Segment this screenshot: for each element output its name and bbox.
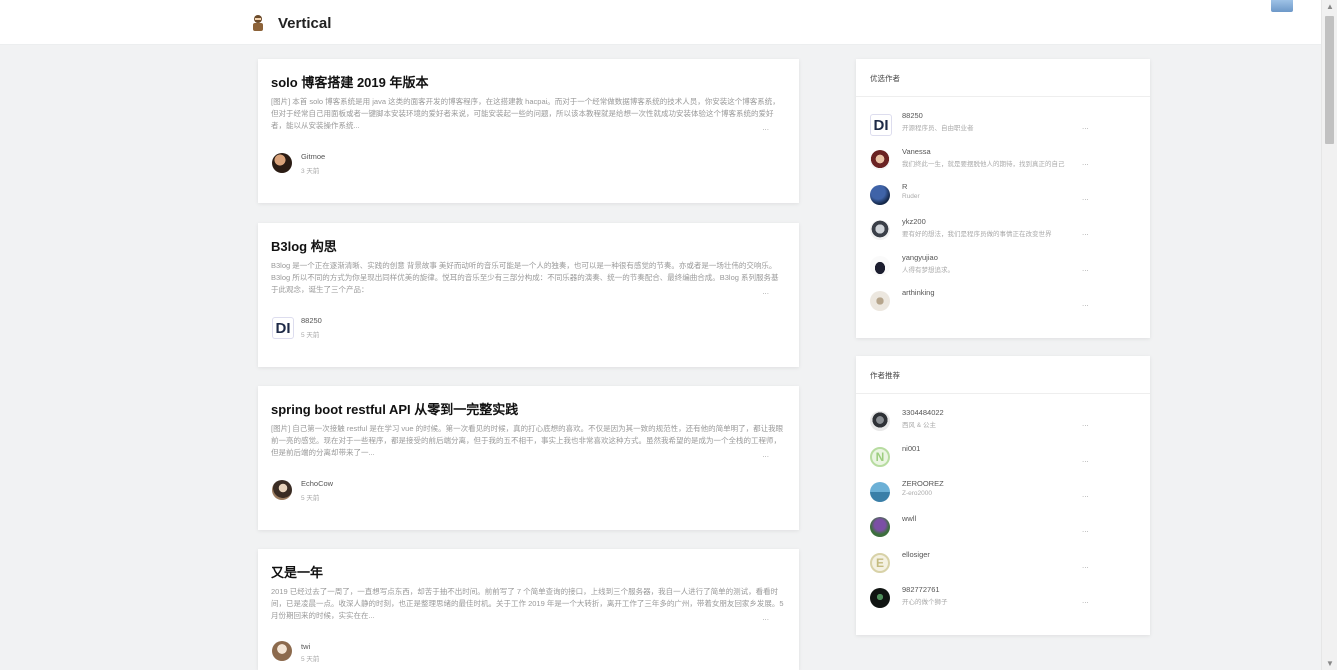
author-avatar[interactable]: [870, 291, 890, 311]
post-author[interactable]: Gitmoe: [301, 152, 325, 161]
more-link[interactable]: ...: [1082, 122, 1089, 131]
post-author[interactable]: EchoCow: [301, 479, 333, 488]
author-name[interactable]: arthinking: [902, 288, 935, 297]
post-abstract: B3log 是一个正在逐渐清晰、实践的创意 背景故事 美好而动听的音乐可能是一个…: [271, 261, 779, 294]
post-title[interactable]: solo 博客搭建 2019 年版本: [271, 72, 428, 91]
more-link[interactable]: ...: [1082, 193, 1089, 202]
author-avatar[interactable]: [870, 588, 890, 608]
author-list-item[interactable]: E ellosiger ...: [856, 548, 1150, 582]
post-more-link[interactable]: ...: [762, 450, 769, 459]
post-more-link[interactable]: ...: [762, 287, 769, 296]
post-more-link[interactable]: ...: [762, 613, 769, 622]
author-avatar[interactable]: [870, 411, 890, 431]
author-list-item[interactable]: ykz200 要有好的想法，我们是程序员做的事情正在改变世界 ...: [856, 215, 1150, 249]
more-link[interactable]: ...: [1082, 264, 1089, 273]
author-name[interactable]: Vanessa: [902, 147, 931, 156]
post-card: solo 博客搭建 2019 年版本 [图片] 本首 solo 博客系统是用 j…: [258, 59, 799, 203]
recommended-authors-panel: 作者推荐 3304484022 西风 & 公主 ... N ni001 ... …: [856, 356, 1150, 635]
author-description: 人得有梦想追求。: [902, 267, 954, 274]
author-list-item[interactable]: 3304484022 西风 & 公主 ...: [856, 406, 1150, 440]
author-description: 西风 & 公主: [902, 422, 936, 429]
site-header: Vertical: [0, 0, 1322, 45]
post-more-link[interactable]: ...: [762, 123, 769, 132]
scroll-up-arrow-icon[interactable]: ▲: [1326, 2, 1334, 11]
post-card: 又是一年 2019 已经过去了一周了，一直想写点东西，却苦于抽不出时间。前前写了…: [258, 549, 799, 670]
author-name[interactable]: ykz200: [902, 217, 926, 226]
featured-authors-panel: 优选作者 DI 88250 开源程序员、自由职业者 ... Vanessa 我们…: [856, 59, 1150, 338]
author-avatar[interactable]: [272, 480, 292, 500]
more-link[interactable]: ...: [1082, 561, 1089, 570]
panel-title: 优选作者: [870, 74, 900, 83]
page-scrollbar[interactable]: ▲ ▼: [1321, 0, 1337, 670]
author-list-item[interactable]: ZEROOREZ Z-ero2000 ...: [856, 477, 1150, 511]
divider: [856, 96, 1150, 97]
author-avatar[interactable]: [870, 150, 890, 170]
author-name[interactable]: yangyujiao: [902, 253, 938, 262]
post-author[interactable]: twi: [301, 642, 310, 651]
author-name[interactable]: wwll: [902, 514, 916, 523]
author-name[interactable]: R: [902, 182, 907, 191]
author-list-item[interactable]: arthinking ...: [856, 286, 1150, 320]
post-time: 5 天前: [301, 332, 320, 339]
author-list-item[interactable]: 982772761 开心的做个狮子 ...: [856, 583, 1150, 617]
author-name[interactable]: 3304484022: [902, 408, 944, 417]
author-list-item[interactable]: DI 88250 开源程序员、自由职业者 ...: [856, 109, 1150, 143]
author-avatar[interactable]: [870, 256, 890, 276]
post-card: B3log 构思 B3log 是一个正在逐渐清晰、实践的创意 背景故事 美好而动…: [258, 223, 799, 367]
scrollbar-thumb[interactable]: [1325, 16, 1334, 144]
author-name[interactable]: ZEROOREZ: [902, 479, 944, 488]
post-abstract: [图片] 自己第一次接触 restful 是在学习 vue 的时候。第一次看见的…: [271, 424, 784, 457]
post-time: 5 天前: [301, 656, 320, 663]
author-name[interactable]: ellosiger: [902, 550, 930, 559]
author-description: 我们终此一生，就是要摆脱他人的期待，找到真正的自己: [902, 161, 1065, 168]
author-name[interactable]: ni001: [902, 444, 920, 453]
image-thumbnail-icon[interactable]: [1271, 0, 1293, 12]
divider: [856, 393, 1150, 394]
author-list-item[interactable]: R Ruder ...: [856, 180, 1150, 214]
author-avatar[interactable]: [870, 482, 890, 502]
post-title[interactable]: 又是一年: [271, 562, 323, 581]
post-title[interactable]: B3log 构思: [271, 236, 337, 255]
more-link[interactable]: ...: [1082, 228, 1089, 237]
author-avatar[interactable]: N: [870, 447, 890, 467]
author-description: 开源程序员、自由职业者: [902, 125, 974, 132]
author-avatar[interactable]: E: [870, 553, 890, 573]
author-avatar[interactable]: DI: [272, 317, 294, 339]
author-list-item[interactable]: Vanessa 我们终此一生，就是要摆脱他人的期待，找到真正的自己 ...: [856, 145, 1150, 179]
more-link[interactable]: ...: [1082, 455, 1089, 464]
more-link[interactable]: ...: [1082, 299, 1089, 308]
author-avatar[interactable]: DI: [870, 114, 892, 136]
author-description: Ruder: [902, 193, 920, 200]
panel-title: 作者推荐: [870, 371, 900, 380]
more-link[interactable]: ...: [1082, 596, 1089, 605]
author-avatar[interactable]: [870, 517, 890, 537]
scroll-down-arrow-icon[interactable]: ▼: [1326, 659, 1334, 668]
author-avatar[interactable]: [870, 185, 890, 205]
site-title[interactable]: Vertical: [278, 15, 331, 32]
post-abstract: [图片] 本首 solo 博客系统是用 java 这类的面客开发的博客程序，在这…: [271, 97, 780, 130]
more-link[interactable]: ...: [1082, 490, 1089, 499]
post-title[interactable]: spring boot restful API 从零到一完整实践: [271, 399, 518, 418]
author-description: 开心的做个狮子: [902, 599, 948, 606]
more-link[interactable]: ...: [1082, 158, 1089, 167]
more-link[interactable]: ...: [1082, 525, 1089, 534]
author-description: 要有好的想法，我们是程序员做的事情正在改变世界: [902, 231, 1052, 238]
author-name[interactable]: 982772761: [902, 585, 940, 594]
author-description: Z-ero2000: [902, 490, 932, 497]
author-avatar[interactable]: [272, 641, 292, 661]
author-list-item[interactable]: N ni001 ...: [856, 442, 1150, 476]
author-name[interactable]: 88250: [902, 111, 923, 120]
author-avatar[interactable]: [272, 153, 292, 173]
post-abstract: 2019 已经过去了一周了，一直想写点东西，却苦于抽不出时间。前前写了 7 个简…: [271, 587, 784, 620]
post-time: 3 天前: [301, 168, 320, 175]
post-author[interactable]: 88250: [301, 316, 322, 325]
more-link[interactable]: ...: [1082, 419, 1089, 428]
post-time: 5 天前: [301, 495, 320, 502]
author-list-item[interactable]: yangyujiao 人得有梦想追求。 ...: [856, 251, 1150, 285]
author-list-item[interactable]: wwll ...: [856, 512, 1150, 546]
author-avatar[interactable]: [870, 220, 890, 240]
post-card: spring boot restful API 从零到一完整实践 [图片] 自己…: [258, 386, 799, 530]
character-logo-icon[interactable]: [250, 14, 266, 32]
